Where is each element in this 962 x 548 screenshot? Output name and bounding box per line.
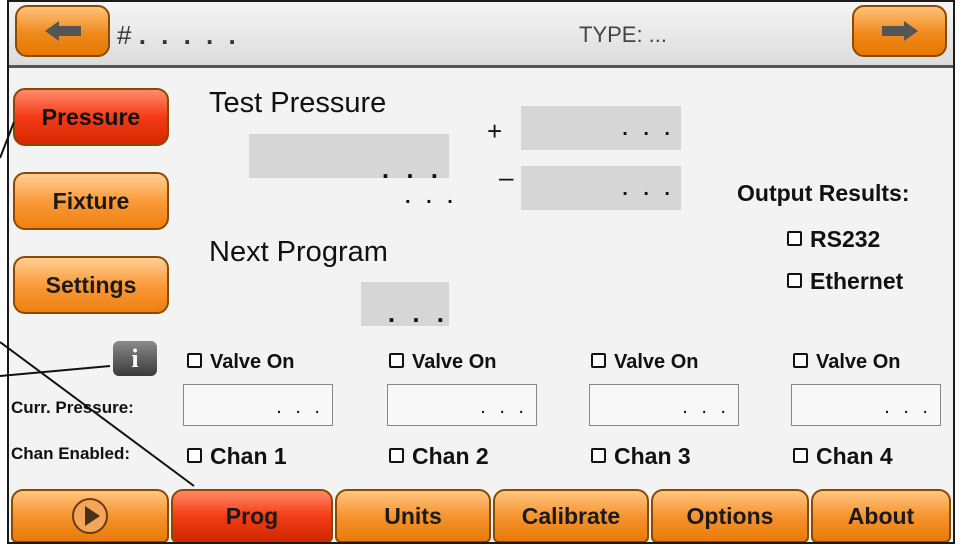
ethernet-option[interactable]: Ethernet (787, 268, 903, 295)
chan-enabled-label: Chan Enabled: (11, 444, 131, 463)
chan-label: Chan 2 (412, 443, 489, 469)
tab-units[interactable]: Units (335, 489, 491, 542)
valve-on-1[interactable]: Valve On (187, 351, 295, 374)
valve-on-2[interactable]: Valve On (389, 351, 497, 374)
info-icon: i (131, 343, 139, 373)
chan-checkbox[interactable] (187, 448, 202, 464)
curr-pressure-value: . . . (480, 396, 528, 418)
valve-checkbox[interactable] (187, 353, 202, 369)
program-number: # . . . . . (117, 20, 240, 51)
chan-4-option[interactable]: Chan 4 (793, 443, 893, 470)
valve-label: Valve On (816, 351, 901, 373)
app-window: # . . . . . TYPE: ... Pressure Fixture S… (7, 0, 955, 544)
curr-pressure-field-1: . . . (183, 384, 333, 426)
hash-label: # (117, 20, 132, 50)
previous-button[interactable] (15, 5, 110, 57)
next-button[interactable] (852, 5, 947, 57)
pressure-button[interactable]: Pressure (13, 88, 169, 146)
ethernet-checkbox[interactable] (787, 273, 802, 289)
chan-checkbox[interactable] (591, 448, 606, 464)
tab-options[interactable]: Options (651, 489, 809, 542)
run-button[interactable] (11, 489, 169, 542)
valve-label: Valve On (614, 351, 699, 373)
curr-pressure-field-4: . . . (791, 384, 941, 426)
rs232-option[interactable]: RS232 (787, 226, 880, 253)
valve-checkbox[interactable] (591, 353, 606, 369)
test-pressure-label: Test Pressure (209, 87, 387, 119)
chan-3-option[interactable]: Chan 3 (591, 443, 691, 470)
curr-pressure-value: . . . (884, 396, 932, 418)
curr-pressure-value: . . . (276, 396, 324, 418)
curr-pressure-value: . . . (682, 396, 730, 418)
arrow-right-icon (881, 21, 918, 41)
type-label: TYPE: ... (579, 22, 668, 47)
next-program-label: Next Program (209, 236, 388, 268)
curr-pressure-label: Curr. Pressure: (11, 398, 134, 417)
valve-on-3[interactable]: Valve On (591, 351, 699, 374)
chan-label: Chan 4 (816, 443, 893, 469)
plus-tolerance-value: . . . (622, 118, 675, 140)
arrow-left-icon (44, 21, 81, 41)
valve-on-4[interactable]: Valve On (793, 351, 901, 374)
ethernet-label: Ethernet (810, 268, 904, 294)
top-bar: # . . . . . TYPE: ... (9, 2, 953, 68)
valve-label: Valve On (412, 351, 497, 373)
chan-checkbox[interactable] (389, 448, 404, 464)
settings-button[interactable]: Settings (13, 256, 169, 314)
info-button[interactable]: i (113, 341, 157, 376)
next-program-value: . . . (387, 298, 449, 328)
curr-pressure-field-3: . . . (589, 384, 739, 426)
tab-prog[interactable]: Prog (171, 489, 333, 542)
plus-sign: + (487, 116, 503, 146)
next-program-field[interactable]: . . . (361, 282, 449, 328)
plus-tolerance-field[interactable]: . . . (521, 106, 681, 150)
test-pressure-field[interactable]: . . . (249, 134, 449, 184)
rs232-checkbox[interactable] (787, 231, 802, 247)
valve-checkbox[interactable] (793, 353, 808, 369)
chan-label: Chan 3 (614, 443, 691, 469)
curr-pressure-field-2: . . . (387, 384, 537, 426)
tab-about[interactable]: About (811, 489, 951, 542)
valve-checkbox[interactable] (389, 353, 404, 369)
play-icon (72, 498, 108, 534)
chan-2-option[interactable]: Chan 2 (389, 443, 489, 470)
fixture-button[interactable]: Fixture (13, 172, 169, 230)
test-pressure-unit: . . . (405, 186, 458, 208)
chan-1-option[interactable]: Chan 1 (187, 443, 287, 470)
chan-checkbox[interactable] (793, 448, 808, 464)
minus-tolerance-value: . . . (622, 178, 675, 200)
valve-label: Valve On (210, 351, 295, 373)
bottom-tab-bar: Prog Units Calibrate Options About (9, 485, 953, 542)
hash-value: . . . . . (138, 20, 240, 50)
chan-label: Chan 1 (210, 443, 287, 469)
test-pressure-value: . . . (381, 154, 443, 184)
output-results-label: Output Results: (737, 180, 910, 206)
minus-sign: – (499, 162, 514, 192)
minus-tolerance-field[interactable]: . . . (521, 166, 681, 210)
tab-calibrate[interactable]: Calibrate (493, 489, 649, 542)
rs232-label: RS232 (810, 226, 881, 252)
